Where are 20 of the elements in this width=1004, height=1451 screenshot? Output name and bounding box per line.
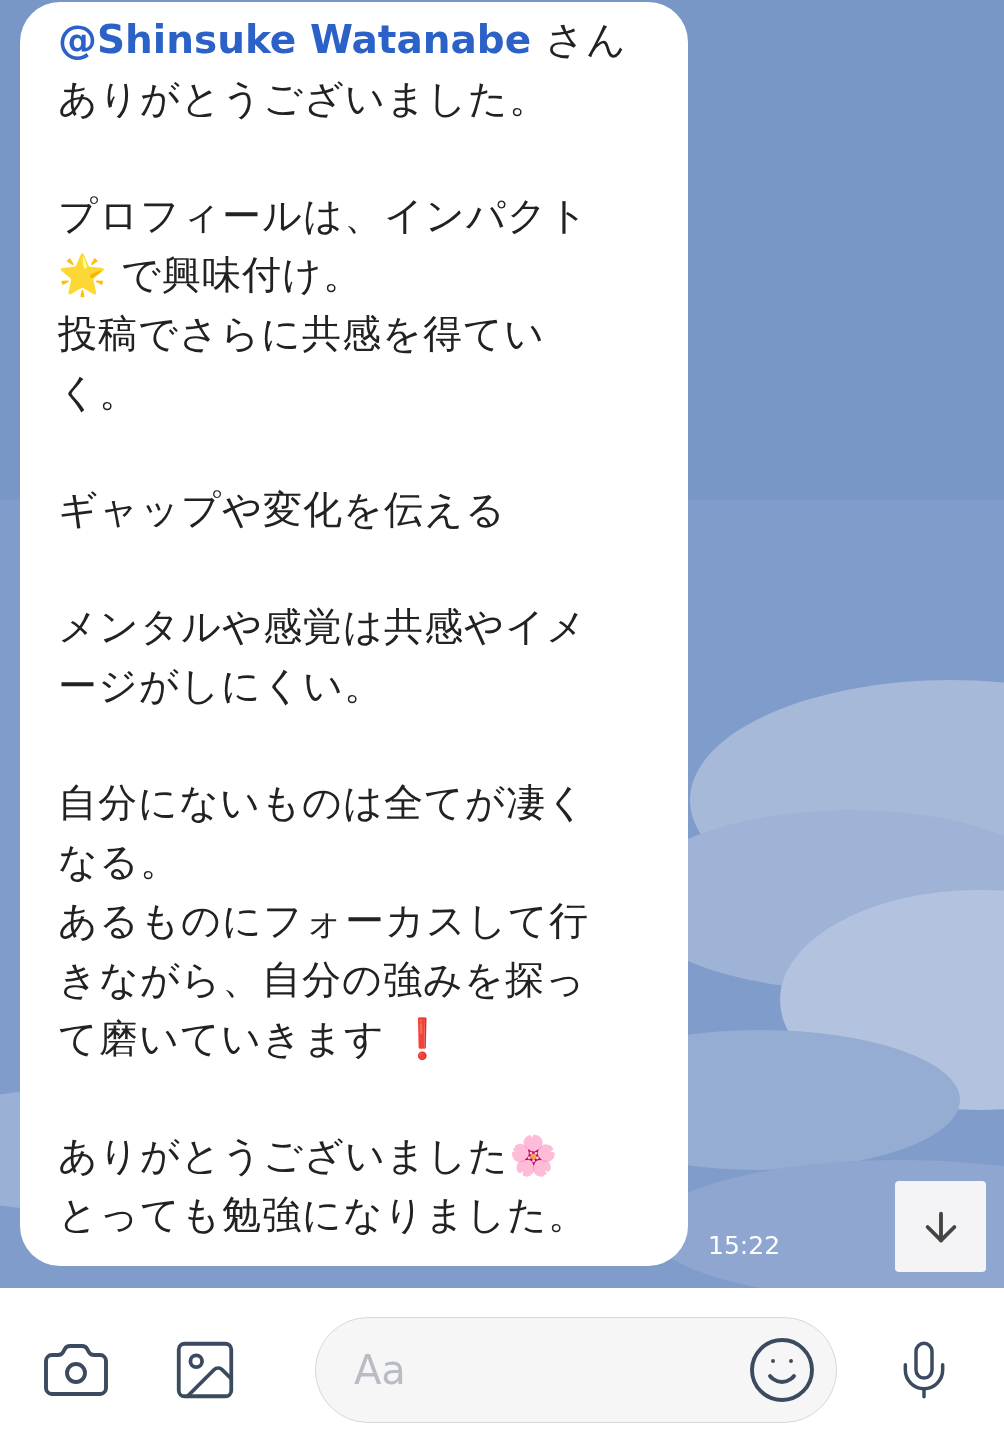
message-field[interactable]: Aa xyxy=(354,1339,746,1400)
message-text: 投稿でさらに共感を得てい xyxy=(58,310,546,358)
message-text: く。 xyxy=(58,369,140,417)
message-text: メンタルや感覚は共感やイメ xyxy=(58,603,588,651)
message-text: プロフィールは、インパクト xyxy=(58,192,590,240)
message-text: ギャップや変化を伝える xyxy=(58,486,507,534)
message-text: なる。 xyxy=(58,838,181,886)
message-text: あるものにフォーカスして行 xyxy=(58,897,590,945)
message-input[interactable]: Aa xyxy=(315,1316,837,1423)
message-text: 自分にないものは全てが凄く xyxy=(58,779,588,827)
message-text: て磨いていきます ❗ xyxy=(58,1015,450,1063)
message-text: とっても勉強になりました。 xyxy=(58,1191,589,1239)
message-text: ありがとうございました🌸 xyxy=(58,1132,560,1180)
message-text: ージがしにくい。 xyxy=(58,662,385,710)
message-time: 15:22 xyxy=(708,1229,781,1262)
message-text: 🌟 で興味付け。 xyxy=(58,251,365,300)
message-text: ありがとうございました。 xyxy=(58,75,550,123)
scroll-down-button[interactable] xyxy=(895,1181,986,1272)
message-text: きながら、自分の強みを探っ xyxy=(58,956,587,1004)
mention-line: @Shinsuke Watanabe さん xyxy=(58,16,628,64)
